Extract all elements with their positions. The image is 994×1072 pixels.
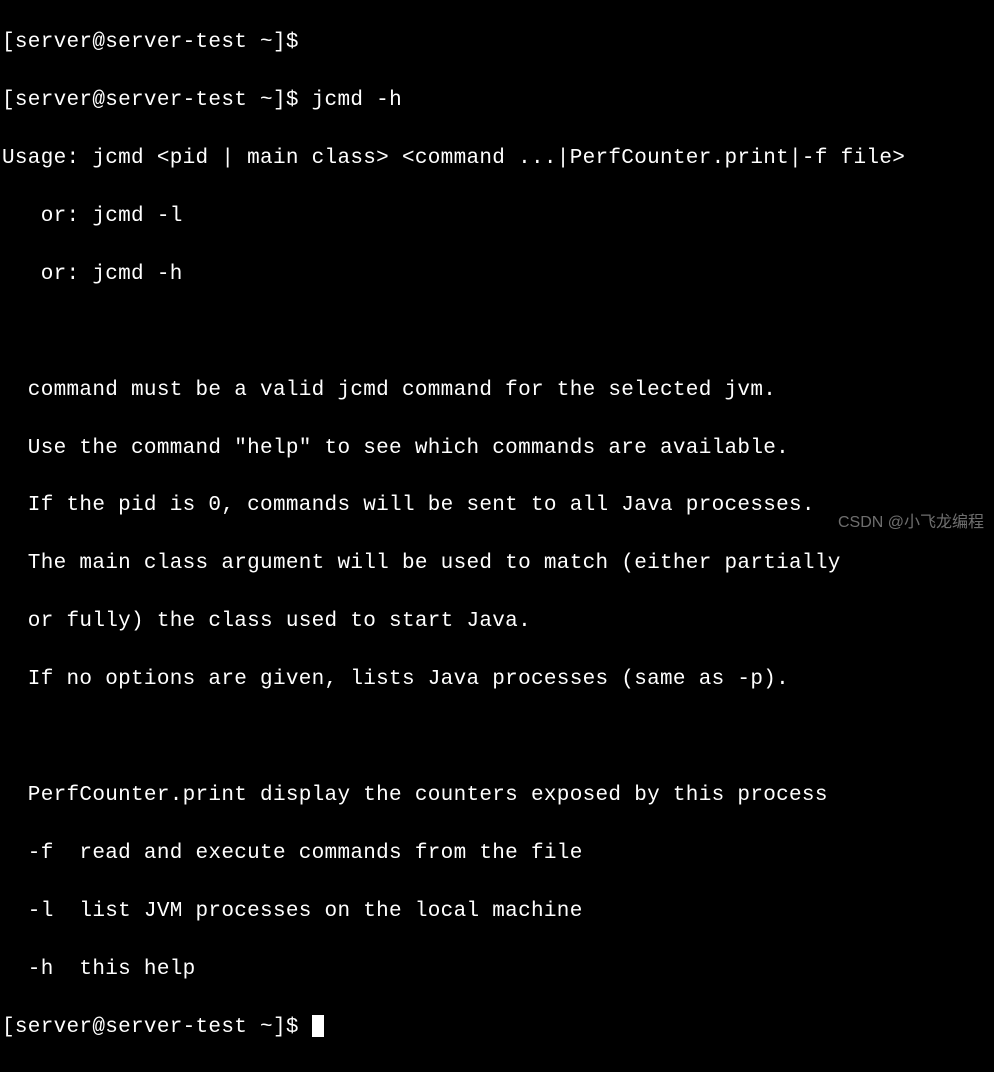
typed-command: jcmd -h	[312, 89, 402, 112]
shell-prompt-current: [server@server-test ~]$	[2, 1016, 312, 1039]
output-opt-f: -f read and execute commands from the fi…	[2, 840, 994, 869]
output-blank	[2, 319, 994, 348]
output-usage-or2: or: jcmd -h	[2, 261, 994, 290]
output-opt-l: -l list JVM processes on the local machi…	[2, 898, 994, 927]
terminal-output[interactable]: [server@server-test ~]$ [server@server-t…	[0, 0, 994, 1072]
output-desc5: or fully) the class used to start Java.	[2, 608, 994, 637]
output-desc2: Use the command "help" to see which comm…	[2, 435, 994, 464]
output-perfcounter: PerfCounter.print display the counters e…	[2, 782, 994, 811]
output-blank2	[2, 724, 994, 753]
output-usage-or1: or: jcmd -l	[2, 203, 994, 232]
prompt-line-cmd: [server@server-test ~]$ jcmd -h	[2, 87, 994, 116]
output-opt-h: -h this help	[2, 956, 994, 985]
prompt-line-prev: [server@server-test ~]$	[2, 29, 994, 58]
output-desc1: command must be a valid jcmd command for…	[2, 377, 994, 406]
prompt-line-current: [server@server-test ~]$	[2, 1014, 994, 1043]
watermark-text: CSDN @小飞龙编程	[838, 512, 984, 534]
output-desc4: The main class argument will be used to …	[2, 550, 994, 579]
output-desc6: If no options are given, lists Java proc…	[2, 666, 994, 695]
cursor-icon	[312, 1015, 324, 1037]
shell-prompt: [server@server-test ~]$	[2, 89, 312, 112]
output-usage: Usage: jcmd <pid | main class> <command …	[2, 145, 994, 174]
